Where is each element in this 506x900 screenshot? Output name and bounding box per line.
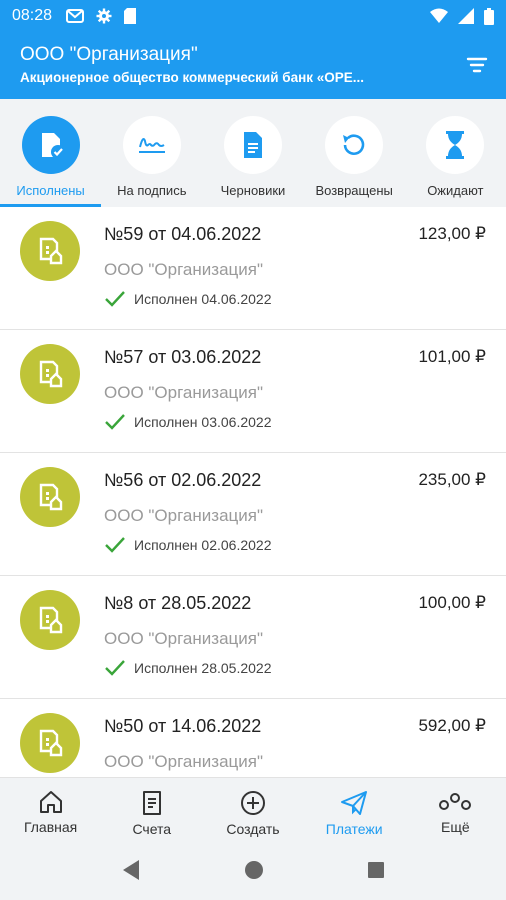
app-header: ООО "Организация" Акционерное общество к… bbox=[0, 32, 506, 99]
payment-row[interactable]: №56 от 02.06.2022 235,00 ₽ ООО "Организа… bbox=[0, 453, 506, 576]
tab-waiting-circle bbox=[426, 116, 485, 174]
nav-accounts[interactable]: Счета bbox=[101, 778, 202, 840]
nav-label: Счета bbox=[132, 821, 172, 837]
tab-label: Возвращены bbox=[315, 183, 393, 198]
tab-label: На подпись bbox=[117, 183, 187, 198]
payment-document-icon bbox=[39, 237, 63, 265]
organization-title[interactable]: ООО "Организация" bbox=[20, 44, 486, 66]
document-check-icon bbox=[41, 133, 65, 159]
nav-create[interactable]: Создать bbox=[202, 778, 303, 840]
payment-status: Исполнен 28.05.2022 bbox=[104, 659, 272, 677]
payment-amount: 592,00 ₽ bbox=[418, 716, 486, 735]
tab-to-sign-circle bbox=[122, 116, 181, 174]
tab-waiting[interactable]: Ожидают bbox=[405, 99, 506, 207]
payment-title: №57 от 03.06.2022 bbox=[104, 347, 262, 367]
payment-org: ООО "Организация" bbox=[104, 506, 263, 525]
payment-status-text: Исполнен 03.06.2022 bbox=[134, 414, 272, 430]
tab-label: Ожидают bbox=[427, 183, 484, 198]
nav-payments[interactable]: Платежи bbox=[304, 778, 405, 840]
payment-row[interactable]: №59 от 04.06.2022 123,00 ₽ ООО "Организа… bbox=[0, 207, 506, 330]
nav-label: Создать bbox=[226, 821, 280, 837]
settings-notification-icon bbox=[96, 8, 112, 24]
return-arrow-icon bbox=[343, 134, 365, 155]
home-button-icon[interactable] bbox=[244, 860, 264, 880]
payment-document-icon bbox=[39, 483, 63, 511]
payments-list[interactable]: №59 от 04.06.2022 123,00 ₽ ООО "Организа… bbox=[0, 207, 506, 777]
payment-org: ООО "Организация" bbox=[104, 629, 263, 648]
check-icon bbox=[105, 291, 125, 307]
back-icon[interactable] bbox=[121, 859, 141, 881]
payment-row[interactable]: №50 от 14.06.2022 592,00 ₽ ООО "Организа… bbox=[0, 699, 506, 777]
nav-label: Главная bbox=[23, 819, 78, 835]
payment-row[interactable]: №8 от 28.05.2022 100,00 ₽ ООО "Организац… bbox=[0, 576, 506, 699]
check-icon bbox=[105, 537, 125, 553]
payment-document-icon bbox=[39, 606, 63, 634]
payment-status: Исполнен 03.06.2022 bbox=[104, 413, 272, 431]
filter-icon[interactable] bbox=[466, 54, 488, 76]
check-icon bbox=[105, 660, 125, 676]
payment-document-avatar bbox=[20, 344, 80, 404]
payment-amount: 100,00 ₽ bbox=[418, 593, 486, 612]
signature-icon bbox=[138, 138, 165, 153]
signal-icon bbox=[458, 8, 474, 24]
recents-icon[interactable] bbox=[367, 861, 385, 879]
payment-row[interactable]: №57 от 03.06.2022 101,00 ₽ ООО "Организа… bbox=[0, 330, 506, 453]
tab-to-sign[interactable]: На подпись bbox=[101, 99, 202, 207]
battery-icon bbox=[484, 7, 494, 25]
payment-org: ООО "Организация" bbox=[104, 752, 263, 771]
nav-home[interactable]: Главная bbox=[0, 778, 101, 840]
payments-paper-plane-icon bbox=[341, 791, 368, 815]
payment-title: №50 от 14.06.2022 bbox=[104, 716, 262, 736]
hourglass-icon bbox=[446, 131, 465, 159]
payment-status: Исполнен 02.06.2022 bbox=[104, 536, 272, 554]
tab-label: Черновики bbox=[220, 183, 286, 198]
tab-drafts-circle bbox=[223, 116, 282, 174]
gmail-notification-icon bbox=[66, 9, 85, 23]
payment-org: ООО "Организация" bbox=[104, 383, 263, 402]
payment-amount: 235,00 ₽ bbox=[418, 470, 486, 489]
more-icon bbox=[439, 793, 472, 810]
bottom-navigation: Главная Счета Создать Платежи Ещё bbox=[0, 777, 506, 840]
payment-status-text: Исполнен 28.05.2022 bbox=[134, 660, 272, 676]
payment-document-icon bbox=[39, 729, 63, 757]
payment-title: №56 от 02.06.2022 bbox=[104, 470, 262, 490]
sd-card-icon bbox=[124, 8, 137, 24]
payment-title: №8 от 28.05.2022 bbox=[104, 593, 252, 613]
payment-org: ООО "Организация" bbox=[104, 260, 263, 279]
home-icon bbox=[39, 791, 62, 813]
payment-status: Исполнен 04.06.2022 bbox=[104, 290, 272, 308]
status-bar: 08:28 bbox=[0, 0, 506, 32]
draft-document-icon bbox=[243, 132, 262, 158]
tab-executed-circle bbox=[21, 116, 80, 174]
accounts-icon bbox=[142, 791, 161, 815]
payment-document-icon bbox=[39, 360, 63, 388]
wifi-icon bbox=[430, 8, 448, 23]
system-navigation-bar bbox=[0, 840, 506, 900]
tab-returned-circle bbox=[325, 116, 384, 174]
bank-subtitle: Акционерное общество коммерческий банк «… bbox=[20, 70, 365, 85]
tab-label: Исполнены bbox=[16, 183, 85, 198]
payment-amount: 123,00 ₽ bbox=[418, 224, 486, 243]
payment-document-avatar bbox=[20, 713, 80, 773]
status-tabs: Исполнены На подпись Черновики Возвращен… bbox=[0, 99, 506, 207]
clock: 08:28 bbox=[12, 7, 53, 24]
nav-label: Платежи bbox=[325, 821, 383, 837]
payment-status-text: Исполнен 02.06.2022 bbox=[134, 537, 272, 553]
nav-label: Ещё bbox=[441, 819, 470, 835]
create-plus-icon bbox=[240, 791, 265, 815]
check-icon bbox=[105, 414, 125, 430]
payment-amount: 101,00 ₽ bbox=[418, 347, 486, 366]
tab-returned[interactable]: Возвращены bbox=[304, 99, 405, 207]
tab-drafts[interactable]: Черновики bbox=[202, 99, 303, 207]
payment-title: №59 от 04.06.2022 bbox=[104, 224, 262, 244]
nav-more[interactable]: Ещё bbox=[405, 778, 506, 840]
payment-status-text: Исполнен 04.06.2022 bbox=[134, 291, 272, 307]
payment-document-avatar bbox=[20, 221, 80, 281]
payment-document-avatar bbox=[20, 590, 80, 650]
tab-executed[interactable]: Исполнены bbox=[0, 99, 101, 207]
payment-document-avatar bbox=[20, 467, 80, 527]
